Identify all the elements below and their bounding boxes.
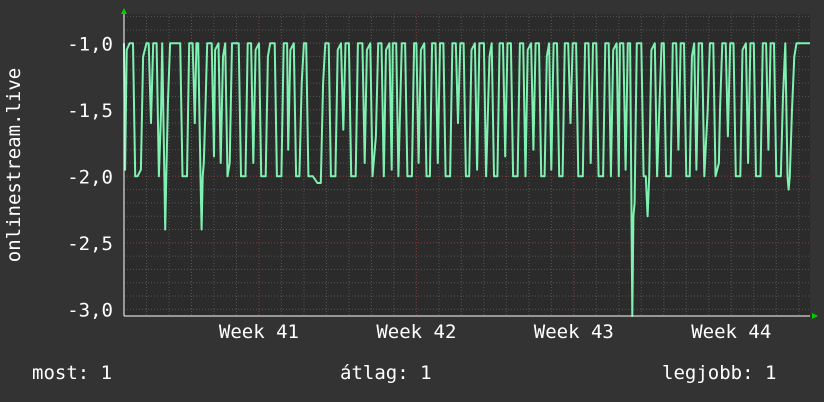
x-tick-label: Week 41 <box>219 321 299 343</box>
x-axis-arrow <box>812 313 818 319</box>
y-tick-label: -2,0 <box>67 166 113 188</box>
chart: -1,0-1,5-2,0-2,5-3,0 Week 41 Week 42 Week … <box>3 8 818 343</box>
x-tick-label: Week 43 <box>534 321 614 343</box>
current-value: most: 1 <box>32 362 113 384</box>
y-axis-label: onlinestream.live <box>3 68 25 262</box>
y-tick-labels: -1,0 -1,5 -2,0 -2,5 -3,0 <box>67 33 113 321</box>
y-tick-label: -1,5 <box>67 100 113 122</box>
best-value: legjobb: 1 <box>662 362 777 384</box>
y-tick-label: -1,0 <box>67 33 113 55</box>
x-tick-labels: Week 41 Week 42 Week 43 Week 44 <box>219 321 771 343</box>
y-tick-label: -3,0 <box>67 299 113 321</box>
y-tick-label: -2,5 <box>67 233 113 255</box>
x-tick-label: Week 44 <box>691 321 771 343</box>
x-tick-label: Week 42 <box>376 321 456 343</box>
average-value: átlag: 1 <box>340 362 432 384</box>
y-axis-arrow <box>121 8 127 14</box>
